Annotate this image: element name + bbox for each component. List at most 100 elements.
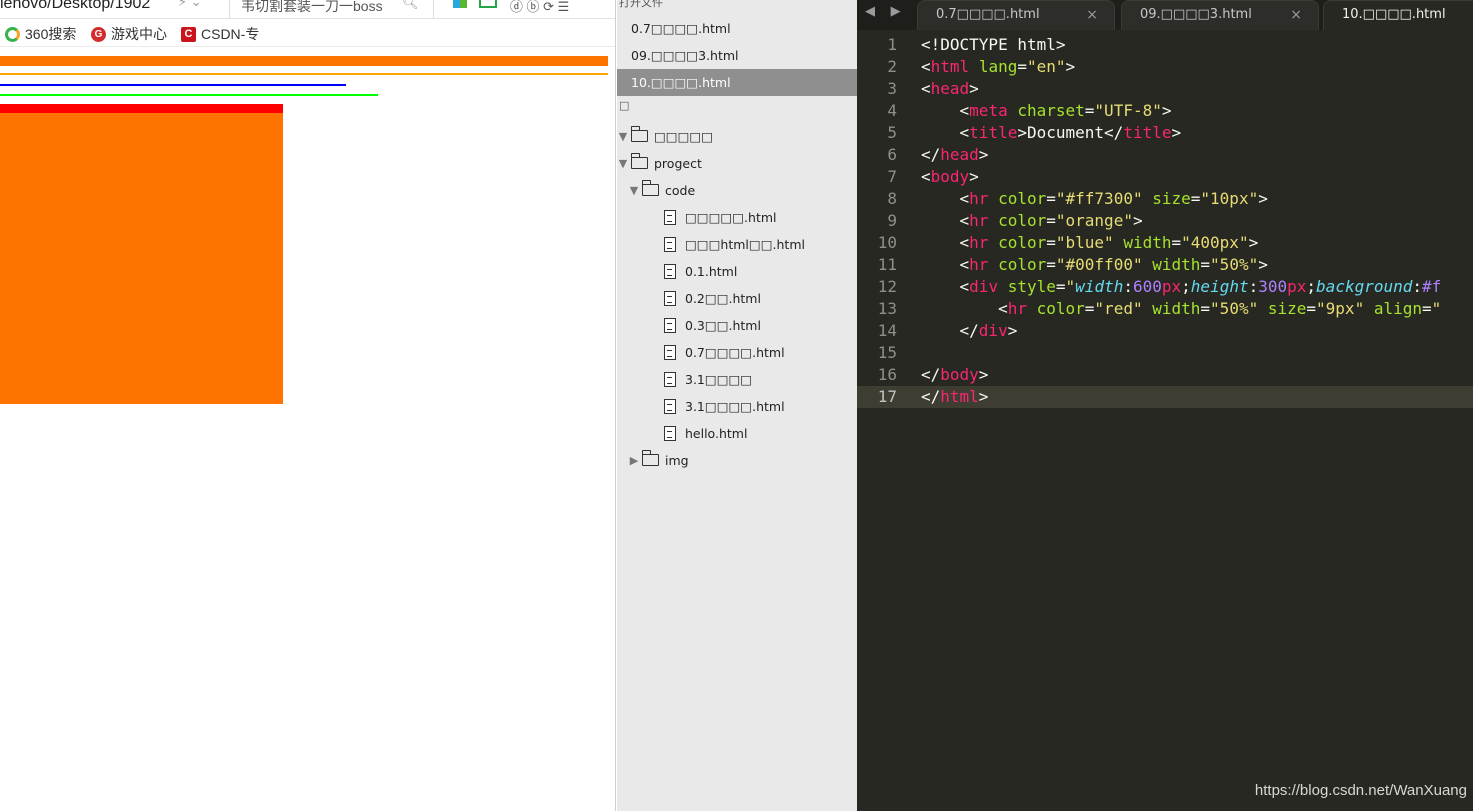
code-line[interactable]: </head> xyxy=(921,144,1473,166)
code-token: body xyxy=(930,167,970,186)
code-line[interactable]: <!DOCTYPE html> xyxy=(921,34,1473,56)
code-token: > xyxy=(1171,123,1182,142)
folder-icon xyxy=(641,450,659,466)
hr-red xyxy=(0,104,283,113)
code-line[interactable]: <body> xyxy=(921,166,1473,188)
bookmark-label: 360搜索 xyxy=(25,26,77,42)
code-line[interactable]: <hr color="red" width="50%" size="9px" a… xyxy=(921,298,1473,320)
code-token: head xyxy=(940,145,979,164)
code-line[interactable]: <hr color="#00ff00" width="50%"> xyxy=(921,254,1473,276)
code-token: color xyxy=(998,255,1047,274)
code-line[interactable] xyxy=(921,342,1473,364)
line-number: 13 xyxy=(877,299,897,318)
code-line[interactable]: </html> xyxy=(915,386,1473,408)
tree-file[interactable]: hello.html xyxy=(664,421,747,445)
code-token: background xyxy=(1316,277,1413,296)
hr-orange xyxy=(0,73,608,75)
file-icon xyxy=(664,263,676,279)
file-icon xyxy=(664,290,676,306)
code-line[interactable]: </div> xyxy=(921,320,1473,342)
code-token: < xyxy=(921,101,970,120)
tree-folder[interactable]: ▼ progect xyxy=(617,151,702,175)
code-line[interactable]: <html lang="en"> xyxy=(921,56,1473,78)
close-icon[interactable]: × xyxy=(1290,1,1302,29)
code-token: = xyxy=(1084,101,1095,120)
code-token: < xyxy=(921,57,931,76)
code-line[interactable]: <meta charset="UTF-8"> xyxy=(921,100,1473,122)
code-token: > xyxy=(1258,189,1268,208)
search-input[interactable]: 韦切割套装一刀一boss xyxy=(241,0,383,16)
line-number: 15 xyxy=(877,343,897,362)
code-token: > xyxy=(1161,101,1172,120)
tree-file[interactable]: 0.2□□.html xyxy=(664,286,761,310)
collapsed-arrow-icon[interactable]: ▶ xyxy=(628,454,640,467)
code-token: < xyxy=(921,233,970,252)
code-line[interactable]: </body> xyxy=(921,364,1473,386)
expanded-arrow-icon[interactable]: ▼ xyxy=(628,184,640,197)
line-number: 12 xyxy=(877,277,897,296)
code-token: : xyxy=(1412,277,1423,296)
code-token: = xyxy=(1200,299,1211,318)
tree-file[interactable]: □□□□□.html xyxy=(664,205,777,229)
file-icon xyxy=(664,344,676,360)
editor-tab[interactable]: 0.7□□□□.html × xyxy=(917,0,1115,30)
close-icon[interactable]: × xyxy=(1086,1,1098,29)
search-icon[interactable]: 🔍︎ xyxy=(402,0,419,11)
address-text[interactable]: lenovo/Desktop/1902 xyxy=(0,0,150,13)
apps-icon[interactable] xyxy=(453,0,467,8)
code-token: 600 xyxy=(1132,277,1162,296)
battery-icon[interactable] xyxy=(479,0,498,8)
tree-folder[interactable]: ▼ □□□□□ xyxy=(617,124,713,148)
tree-label: □□□□□ xyxy=(654,128,714,144)
code-token: height xyxy=(1190,277,1249,296)
tree-folder[interactable]: ▼ code xyxy=(628,178,695,202)
code-token: px xyxy=(1287,277,1307,296)
open-file-item[interactable]: 09.□□□□3.html xyxy=(617,42,857,69)
code-line[interactable]: <hr color="blue" width="400px"> xyxy=(921,232,1473,254)
tab-nav-arrows-icon[interactable]: ◀ ▶ xyxy=(865,3,907,19)
file-icon xyxy=(664,398,676,414)
editor-tab[interactable]: 09.□□□□3.html × xyxy=(1121,0,1319,30)
code-line[interactable]: <head> xyxy=(921,78,1473,100)
bookmark-360[interactable]: 360搜索 xyxy=(5,25,76,43)
tree-file[interactable]: 3.1□□□□ xyxy=(664,367,752,391)
lightning-icon[interactable]: ⚡ ⌄ xyxy=(178,0,202,10)
code-line[interactable]: <hr color="#ff7300" size="10px"> xyxy=(921,188,1473,210)
tree-folder[interactable]: ▶ img xyxy=(628,448,689,472)
code-token: ; xyxy=(1181,277,1191,296)
tree-file[interactable]: □□□html□□.html xyxy=(664,232,805,256)
tree-label: 0.1.html xyxy=(685,263,738,279)
code-token: = xyxy=(1422,299,1432,318)
tree-file[interactable]: 0.1.html xyxy=(664,259,737,283)
csdn-icon: C xyxy=(181,26,196,42)
game-icon: G xyxy=(91,26,106,42)
code-token: = xyxy=(1084,299,1095,318)
tree-file[interactable]: 0.3□□.html xyxy=(664,313,761,337)
bookmark-csdn[interactable]: C CSDN-专 xyxy=(181,25,259,43)
code-line[interactable]: <div style="width:600px;height:300px;bac… xyxy=(921,276,1473,298)
code-area[interactable]: <!DOCTYPE html> <html lang="en"> <head> <m… xyxy=(915,34,1473,408)
rendered-page xyxy=(0,48,615,811)
code-token: < xyxy=(921,123,970,142)
code-token: color xyxy=(998,189,1047,208)
code-line[interactable]: <hr color="orange"> xyxy=(921,210,1473,232)
expanded-arrow-icon[interactable]: ▼ xyxy=(617,157,629,170)
tree-file[interactable]: 3.1□□□□.html xyxy=(664,394,785,418)
tree-label: 0.3□□.html xyxy=(685,317,761,333)
bookmark-game-center[interactable]: G 游戏中心 xyxy=(91,25,167,43)
open-file-item-active[interactable]: 10.□□□□.html xyxy=(617,69,857,96)
tree-file[interactable]: 0.7□□□□.html xyxy=(664,340,785,364)
expanded-arrow-icon[interactable]: ▼ xyxy=(617,130,629,143)
address-bar[interactable]: lenovo/Desktop/1902 ⚡ ⌄ 韦切割套装一刀一boss 🔍︎ … xyxy=(0,0,615,19)
code-token: " xyxy=(1065,277,1076,296)
code-line[interactable]: <title>Document</title> xyxy=(921,122,1473,144)
code-token: > xyxy=(1132,211,1143,230)
code-token: div xyxy=(969,277,999,296)
editor-tab-active[interactable]: 10.□□□□.html xyxy=(1323,0,1473,30)
tree-label: □□□html□□.html xyxy=(685,236,805,252)
toolbar-misc-icons[interactable]: ⓓ ⓑ ⟳ ☰ xyxy=(510,0,569,15)
open-file-item[interactable]: 0.7□□□□.html xyxy=(617,15,857,42)
code-token: color xyxy=(998,233,1047,252)
